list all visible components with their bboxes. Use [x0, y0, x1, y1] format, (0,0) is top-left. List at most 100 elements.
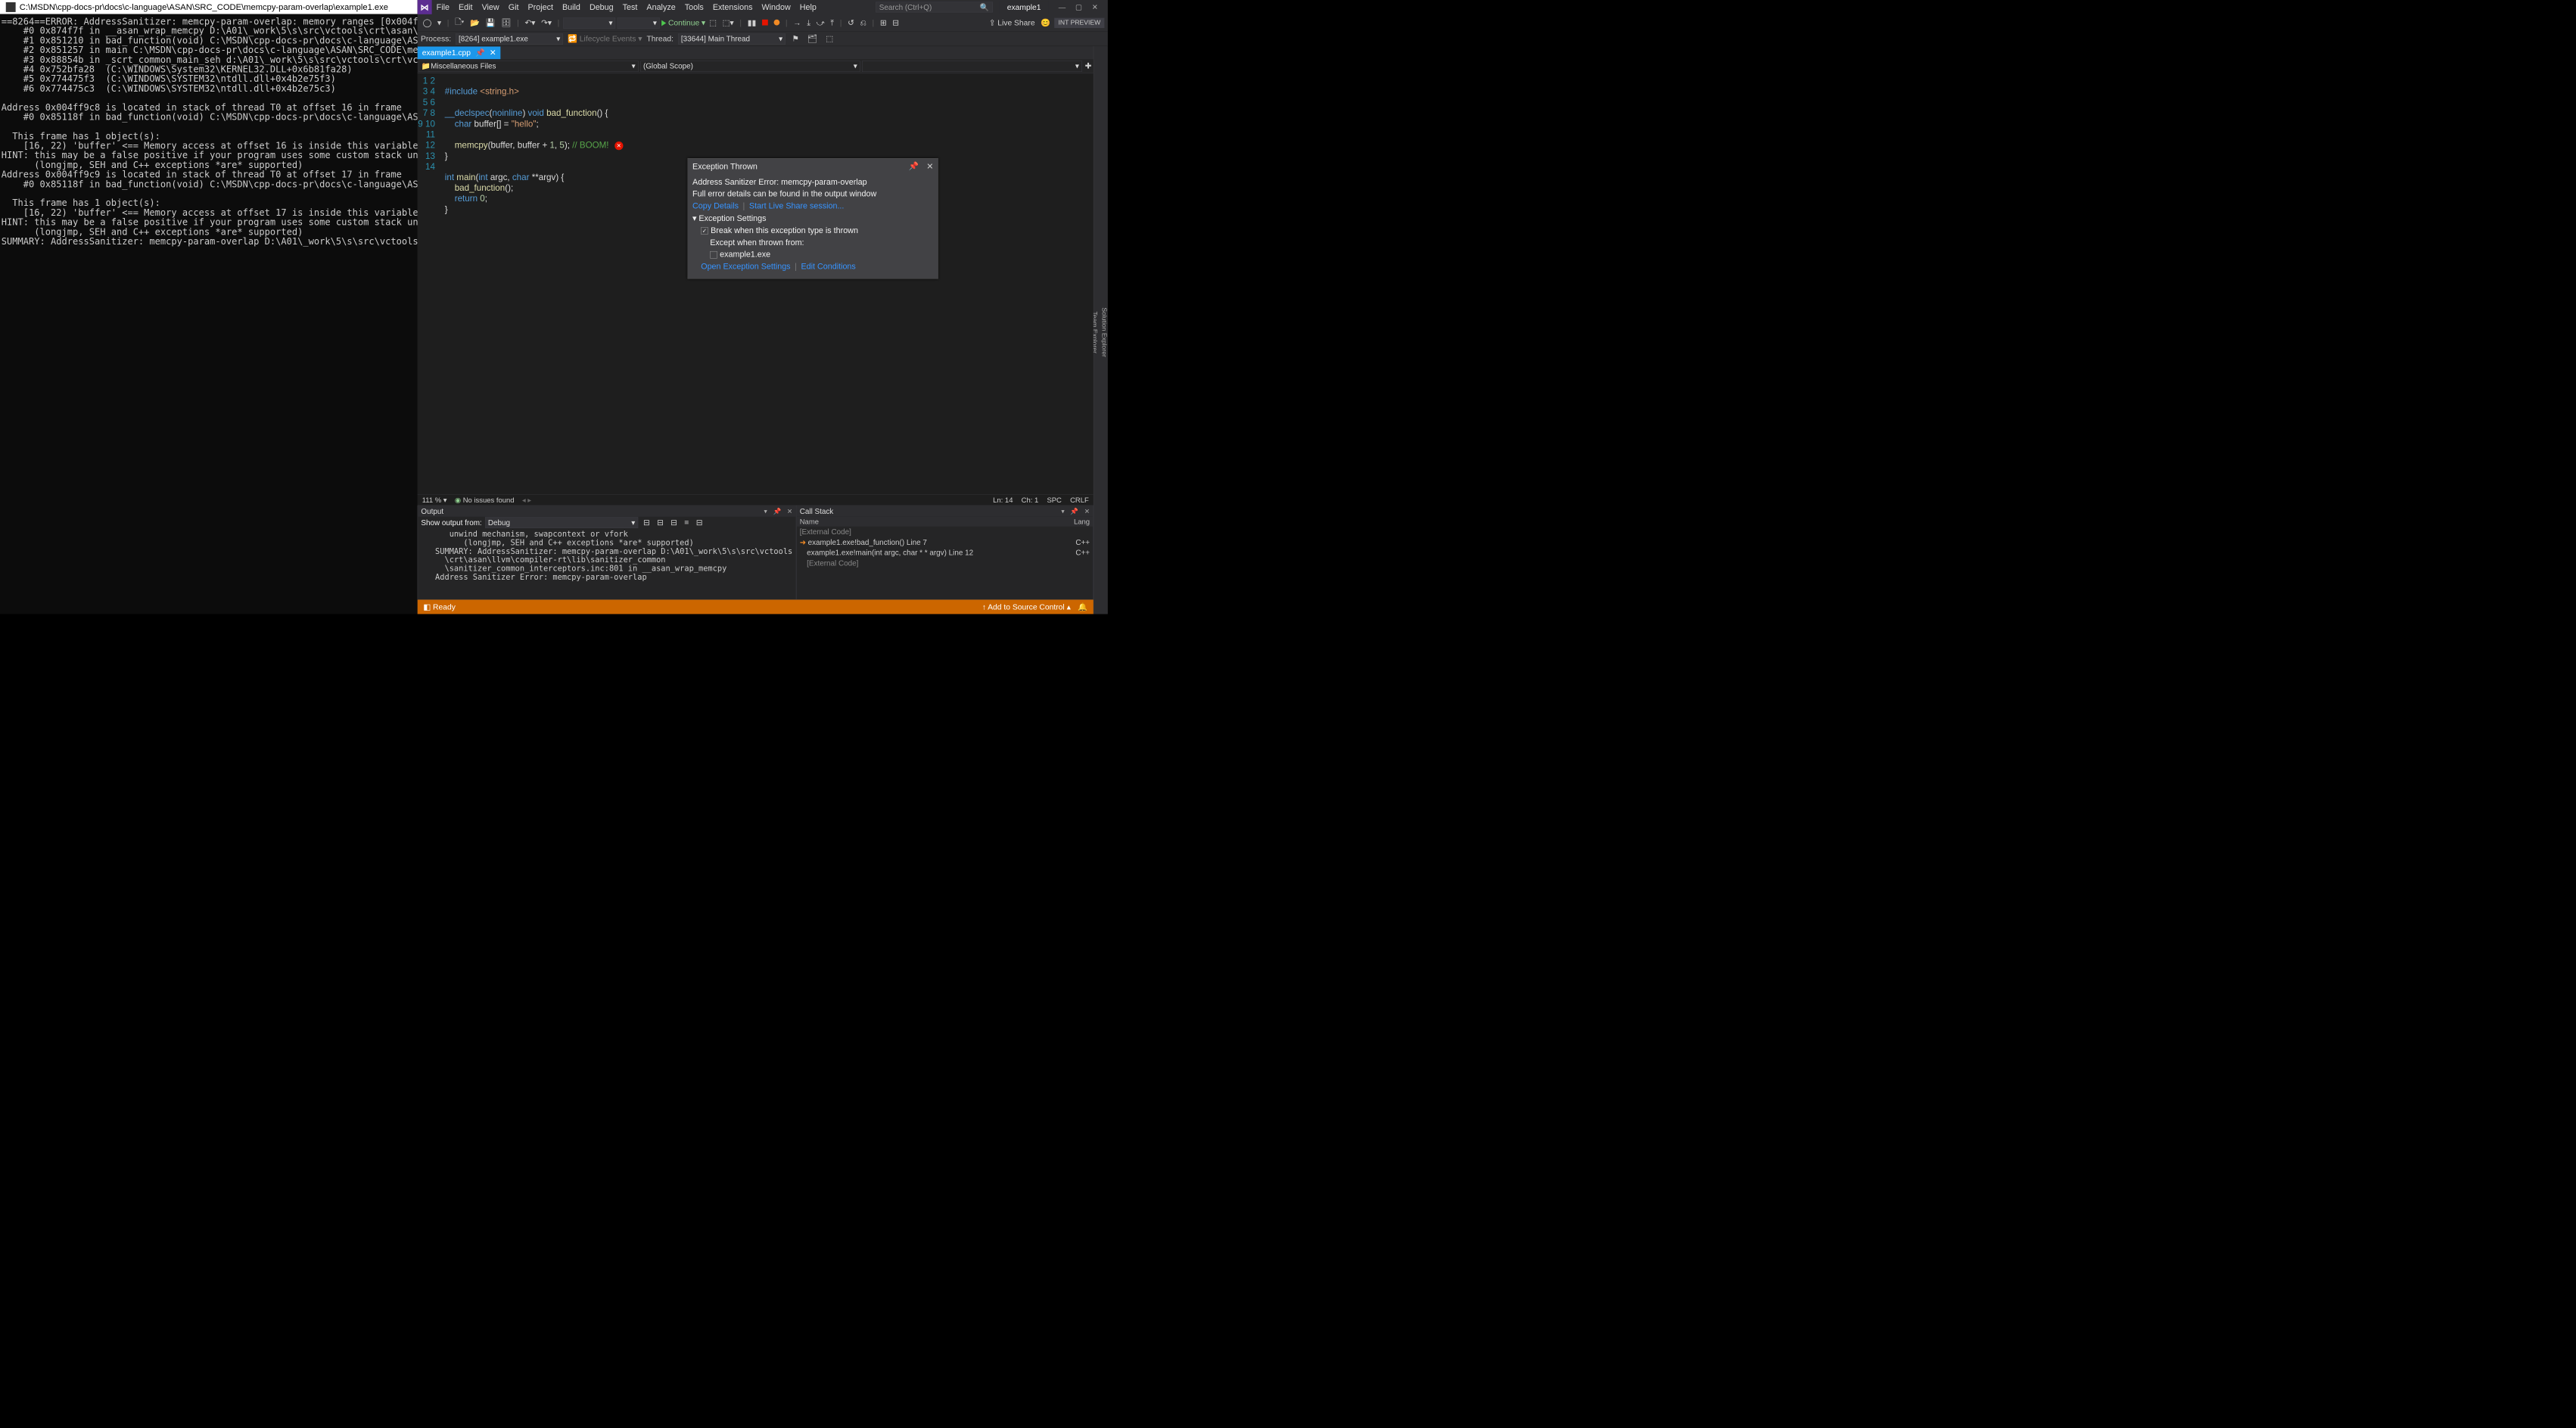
- new-icon[interactable]: 🗋▾: [453, 15, 466, 31]
- pause-icon[interactable]: ▮▮: [745, 17, 758, 29]
- search-box[interactable]: Search (Ctrl+Q) 🔍: [876, 2, 993, 13]
- out-icon-2[interactable]: ⊟: [655, 517, 665, 529]
- panel-close-icon[interactable]: ✕: [787, 507, 792, 515]
- copy-details-link[interactable]: Copy Details: [692, 201, 739, 210]
- document-tab[interactable]: example1: [999, 1, 1048, 14]
- tb-icon-e[interactable]: ⬚: [824, 33, 835, 45]
- tb-icon-c[interactable]: ⊞: [878, 17, 888, 29]
- undo-icon[interactable]: ↶▾: [523, 17, 537, 29]
- config-combo[interactable]: ▾: [563, 17, 615, 29]
- popup-close-icon[interactable]: ✕: [926, 162, 933, 172]
- out-icon-3[interactable]: ⊟: [669, 517, 680, 529]
- tb-icon-1[interactable]: ⬚: [708, 17, 719, 29]
- step-into-icon[interactable]: ⤓: [805, 17, 813, 29]
- cs-pin-icon[interactable]: 📌: [1070, 507, 1078, 515]
- exception-settings-header[interactable]: ▾ Exception Settings: [692, 213, 933, 223]
- callstack-hdr-name[interactable]: Name: [800, 518, 819, 526]
- callstack-row[interactable]: ➜example1.exe!bad_function() Line 7C++: [796, 537, 1093, 548]
- tb-icon-a[interactable]: ↺: [846, 17, 857, 29]
- split-icon[interactable]: ✚: [1083, 61, 1094, 73]
- panel-menu-icon[interactable]: ▾: [764, 507, 767, 515]
- cs-menu-icon[interactable]: ▾: [1061, 507, 1064, 515]
- restart-icon[interactable]: [773, 20, 779, 26]
- zoom-combo[interactable]: 111 % ▾: [422, 496, 447, 504]
- line-ending[interactable]: CRLF: [1070, 496, 1089, 504]
- nav-scope-combo[interactable]: 📁 Miscellaneous Files▾: [418, 61, 639, 72]
- step-out-icon[interactable]: ⤒: [829, 17, 836, 29]
- redo-icon[interactable]: ↷▾: [539, 17, 553, 29]
- panel-pin-icon[interactable]: 📌: [773, 507, 782, 515]
- flag-icon[interactable]: ⚑: [790, 33, 801, 45]
- menu-window[interactable]: Window: [757, 2, 795, 11]
- out-clear-icon[interactable]: ⊟: [694, 517, 705, 529]
- tb-icon-b[interactable]: ⎌: [858, 17, 868, 29]
- save-icon[interactable]: 💾: [484, 17, 497, 29]
- stack-frame-icon[interactable]: 🗂: [805, 33, 819, 45]
- minimize-icon[interactable]: —: [1059, 3, 1066, 11]
- menu-tools[interactable]: Tools: [680, 2, 708, 11]
- continue-button[interactable]: Continue ▾: [661, 18, 705, 27]
- console-title-bar[interactable]: C:\MSDN\cpp-docs-pr\docs\c-language\ASAN…: [0, 0, 418, 14]
- menu-test[interactable]: Test: [618, 2, 642, 11]
- error-glyph-icon[interactable]: ✕: [614, 142, 623, 150]
- popup-pin-icon[interactable]: 📌: [909, 162, 919, 172]
- pin-icon[interactable]: 📌: [475, 48, 485, 58]
- int-preview-badge: INT PREVIEW: [1054, 18, 1104, 28]
- open-exception-settings-link[interactable]: Open Exception Settings: [701, 262, 790, 271]
- tb-icon-d[interactable]: ⊟: [891, 17, 901, 29]
- file-tab-active[interactable]: example1.cpp 📌 ✕: [418, 46, 501, 59]
- status-ready: ◧ Ready: [423, 602, 455, 611]
- code-editor[interactable]: 1 2 3 4 5 6 7 8 9 10 11 12 13 14 #includ…: [418, 73, 1094, 494]
- nav-member-combo[interactable]: (Global Scope)▾: [640, 61, 860, 72]
- callstack-hdr-lang[interactable]: Lang: [1074, 518, 1090, 526]
- output-text[interactable]: unwind mechanism, swapcontext or vfork (…: [418, 528, 795, 599]
- save-all-icon[interactable]: 🗄: [499, 17, 513, 29]
- menu-extensions[interactable]: Extensions: [708, 2, 758, 11]
- menu-file[interactable]: File: [432, 2, 454, 11]
- vs-logo-icon[interactable]: ⋈: [418, 0, 432, 14]
- out-wrap-icon[interactable]: ≡: [683, 517, 691, 528]
- maximize-icon[interactable]: ▢: [1075, 3, 1082, 11]
- menu-analyze[interactable]: Analyze: [642, 2, 680, 11]
- open-icon[interactable]: 📂: [468, 17, 481, 29]
- edit-conditions-link[interactable]: Edit Conditions: [801, 262, 855, 271]
- menu-project[interactable]: Project: [523, 2, 557, 11]
- tab-close-icon[interactable]: ✕: [490, 48, 496, 58]
- callstack-row[interactable]: example1.exe!main(int argc, char * * arg…: [796, 547, 1093, 558]
- menu-help[interactable]: Help: [795, 2, 821, 11]
- lifecycle-events[interactable]: 🔁 Lifecycle Events ▾: [568, 34, 642, 43]
- break-checkbox[interactable]: ✓: [701, 227, 708, 234]
- menu-git[interactable]: Git: [504, 2, 524, 11]
- cs-close-icon[interactable]: ✕: [1084, 507, 1090, 515]
- notifications-icon[interactable]: 🔔: [1078, 602, 1087, 611]
- menu-build[interactable]: Build: [558, 2, 585, 11]
- stop-icon[interactable]: [762, 20, 768, 26]
- platform-combo[interactable]: ▾: [618, 17, 660, 29]
- add-source-control[interactable]: ↑ Add to Source Control ▴: [982, 602, 1071, 611]
- live-share-icon[interactable]: ⇪ Live Share: [987, 17, 1037, 29]
- except-exe-checkbox[interactable]: [710, 251, 717, 258]
- output-source-combo[interactable]: Debug▾: [485, 517, 638, 528]
- process-combo[interactable]: [8264] example1.exe▾: [456, 33, 563, 45]
- callstack-row[interactable]: [External Code]: [796, 558, 1093, 568]
- out-icon-1[interactable]: ⊟: [641, 517, 652, 529]
- nav-back-icon[interactable]: ◯: [421, 17, 434, 29]
- tb-icon-2[interactable]: ⬚▾: [720, 17, 736, 29]
- start-live-share-link[interactable]: Start Live Share session...: [749, 201, 844, 210]
- debug-toolbar: Process: [8264] example1.exe▾ 🔁 Lifecycl…: [418, 32, 1108, 46]
- close-icon[interactable]: ✕: [1092, 3, 1098, 11]
- feedback-icon[interactable]: 😊: [1039, 17, 1053, 29]
- code-content[interactable]: #include <string.h> __declspec(noinline)…: [440, 73, 1094, 494]
- nav-fwd-icon[interactable]: ▾: [435, 17, 443, 29]
- callstack-row[interactable]: [External Code]: [796, 527, 1093, 537]
- solution-explorer-tab[interactable]: Solution Explorer: [1100, 307, 1108, 356]
- nav-func-combo[interactable]: ▾: [862, 61, 1082, 72]
- show-next-icon[interactable]: →: [792, 17, 803, 29]
- menu-view[interactable]: View: [478, 2, 504, 11]
- issues-indicator[interactable]: ◉ No issues found: [455, 496, 515, 504]
- thread-combo[interactable]: [33644] Main Thread▾: [678, 33, 786, 45]
- menu-edit[interactable]: Edit: [454, 2, 478, 11]
- indent-mode[interactable]: SPC: [1047, 496, 1061, 504]
- step-over-icon[interactable]: ⤻: [814, 17, 826, 29]
- menu-debug[interactable]: Debug: [585, 2, 618, 11]
